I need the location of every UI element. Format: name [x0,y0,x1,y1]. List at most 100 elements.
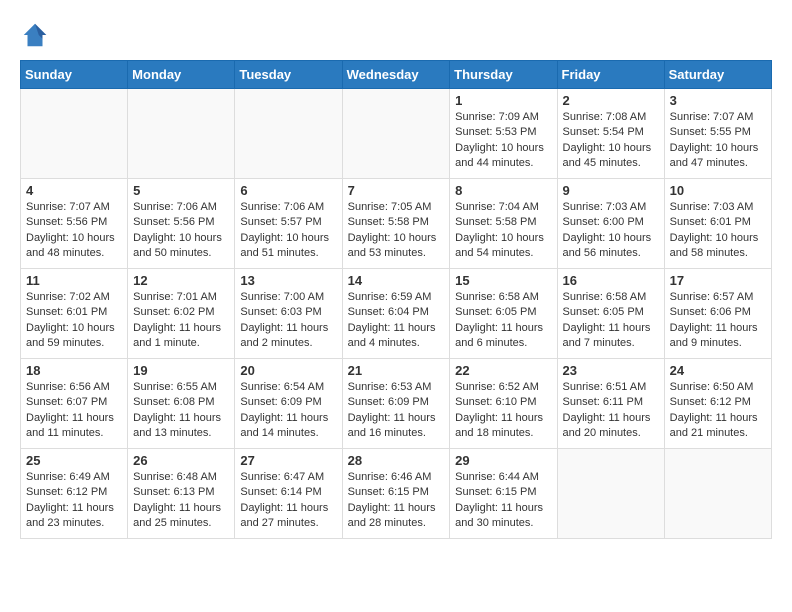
week-row-5: 25 Sunrise: 6:49 AM Sunset: 6:12 PM Dayli… [21,449,772,539]
day-number: 23 [563,363,659,378]
day-info: Sunrise: 7:00 AM Sunset: 6:03 PM Dayligh… [240,290,336,352]
day-info: Sunrise: 6:49 AM Sunset: 6:12 PM Dayligh… [26,470,122,532]
day-number: 15 [455,273,551,288]
day-info: Sunrise: 6:58 AM Sunset: 6:05 PM Dayligh… [563,290,659,352]
week-row-3: 11 Sunrise: 7:02 AM Sunset: 6:01 PM Dayli… [21,269,772,359]
day-info: Sunrise: 7:03 AM Sunset: 6:01 PM Dayligh… [670,200,766,262]
calendar-cell [128,89,235,179]
calendar-cell: 17 Sunrise: 6:57 AM Sunset: 6:06 PM Dayli… [664,269,771,359]
header-day-wednesday: Wednesday [342,61,450,89]
calendar-cell: 24 Sunrise: 6:50 AM Sunset: 6:12 PM Dayli… [664,359,771,449]
calendar-cell [235,89,342,179]
calendar-cell: 1 Sunrise: 7:09 AM Sunset: 5:53 PM Daylig… [450,89,557,179]
day-info: Sunrise: 6:46 AM Sunset: 6:15 PM Dayligh… [348,470,445,532]
day-number: 10 [670,183,766,198]
calendar-cell: 8 Sunrise: 7:04 AM Sunset: 5:58 PM Daylig… [450,179,557,269]
day-number: 9 [563,183,659,198]
day-info: Sunrise: 6:53 AM Sunset: 6:09 PM Dayligh… [348,380,445,442]
calendar-cell: 23 Sunrise: 6:51 AM Sunset: 6:11 PM Dayli… [557,359,664,449]
day-number: 28 [348,453,445,468]
day-number: 4 [26,183,122,198]
calendar-cell: 16Sunrise: 6:58 AM Sunset: 6:05 PM Dayli… [557,269,664,359]
day-info: Sunrise: 6:59 AM Sunset: 6:04 PM Dayligh… [348,290,445,352]
calendar-cell: 21 Sunrise: 6:53 AM Sunset: 6:09 PM Dayli… [342,359,450,449]
logo-icon [20,20,50,50]
header-day-monday: Monday [128,61,235,89]
day-number: 14 [348,273,445,288]
calendar-cell: 3 Sunrise: 7:07 AM Sunset: 5:55 PM Daylig… [664,89,771,179]
header-day-saturday: Saturday [664,61,771,89]
calendar-cell: 25 Sunrise: 6:49 AM Sunset: 6:12 PM Dayli… [21,449,128,539]
calendar-cell: 29 Sunrise: 6:44 AM Sunset: 6:15 PM Dayli… [450,449,557,539]
day-info: Sunrise: 6:58 AM Sunset: 6:05 PM Dayligh… [455,290,551,352]
calendar-cell: 19 Sunrise: 6:55 AM Sunset: 6:08 PM Dayli… [128,359,235,449]
calendar-table: SundayMondayTuesdayWednesdayThursdayFrid… [20,60,772,539]
week-row-1: 1 Sunrise: 7:09 AM Sunset: 5:53 PM Daylig… [21,89,772,179]
day-info: Sunrise: 6:47 AM Sunset: 6:14 PM Dayligh… [240,470,336,532]
day-info: Sunrise: 6:51 AM Sunset: 6:11 PM Dayligh… [563,380,659,442]
day-info: Sunrise: 7:06 AM Sunset: 5:56 PM Dayligh… [133,200,229,262]
calendar-cell: 4 Sunrise: 7:07 AM Sunset: 5:56 PM Daylig… [21,179,128,269]
day-number: 22 [455,363,551,378]
day-number: 29 [455,453,551,468]
day-number: 11 [26,273,122,288]
day-info: Sunrise: 7:02 AM Sunset: 6:01 PM Dayligh… [26,290,122,352]
week-row-2: 4 Sunrise: 7:07 AM Sunset: 5:56 PM Daylig… [21,179,772,269]
day-info: Sunrise: 7:01 AM Sunset: 6:02 PM Dayligh… [133,290,229,352]
day-number: 2 [563,93,659,108]
day-number: 13 [240,273,336,288]
calendar-cell: 13 Sunrise: 7:00 AM Sunset: 6:03 PM Dayli… [235,269,342,359]
day-number: 26 [133,453,229,468]
day-number: 19 [133,363,229,378]
day-number: 24 [670,363,766,378]
day-info: Sunrise: 6:57 AM Sunset: 6:06 PM Dayligh… [670,290,766,352]
calendar-cell: 11 Sunrise: 7:02 AM Sunset: 6:01 PM Dayli… [21,269,128,359]
day-info: Sunrise: 7:04 AM Sunset: 5:58 PM Dayligh… [455,200,551,262]
day-number: 5 [133,183,229,198]
calendar-cell: 22 Sunrise: 6:52 AM Sunset: 6:10 PM Dayli… [450,359,557,449]
day-info: Sunrise: 7:05 AM Sunset: 5:58 PM Dayligh… [348,200,445,262]
day-number: 20 [240,363,336,378]
day-info: Sunrise: 6:54 AM Sunset: 6:09 PM Dayligh… [240,380,336,442]
calendar-cell [557,449,664,539]
day-info: Sunrise: 7:07 AM Sunset: 5:55 PM Dayligh… [670,110,766,172]
day-info: Sunrise: 7:07 AM Sunset: 5:56 PM Dayligh… [26,200,122,262]
calendar-cell [21,89,128,179]
day-info: Sunrise: 7:06 AM Sunset: 5:57 PM Dayligh… [240,200,336,262]
calendar-cell: 14 Sunrise: 6:59 AM Sunset: 6:04 PM Dayli… [342,269,450,359]
calendar-cell [664,449,771,539]
logo [20,20,54,50]
calendar-cell [342,89,450,179]
day-info: Sunrise: 6:55 AM Sunset: 6:08 PM Dayligh… [133,380,229,442]
header-day-thursday: Thursday [450,61,557,89]
calendar-cell: 18Sunrise: 6:56 AM Sunset: 6:07 PM Dayli… [21,359,128,449]
day-info: Sunrise: 6:48 AM Sunset: 6:13 PM Dayligh… [133,470,229,532]
day-number: 17 [670,273,766,288]
calendar-cell: 7 Sunrise: 7:05 AM Sunset: 5:58 PM Daylig… [342,179,450,269]
day-info: Sunrise: 7:09 AM Sunset: 5:53 PM Dayligh… [455,110,551,172]
header-row: SundayMondayTuesdayWednesdayThursdayFrid… [21,61,772,89]
day-number: 27 [240,453,336,468]
day-number: 7 [348,183,445,198]
calendar-cell: 28 Sunrise: 6:46 AM Sunset: 6:15 PM Dayli… [342,449,450,539]
day-info: Sunrise: 6:50 AM Sunset: 6:12 PM Dayligh… [670,380,766,442]
day-number: 25 [26,453,122,468]
calendar-cell: 6Sunrise: 7:06 AM Sunset: 5:57 PM Daylig… [235,179,342,269]
day-info: Sunrise: 7:03 AM Sunset: 6:00 PM Dayligh… [563,200,659,262]
day-number: 21 [348,363,445,378]
day-number: 3 [670,93,766,108]
day-number: 1 [455,93,551,108]
day-number: 8 [455,183,551,198]
header-day-sunday: Sunday [21,61,128,89]
day-info: Sunrise: 6:44 AM Sunset: 6:15 PM Dayligh… [455,470,551,532]
calendar-cell: 2 Sunrise: 7:08 AM Sunset: 5:54 PM Daylig… [557,89,664,179]
calendar-cell: 12Sunrise: 7:01 AM Sunset: 6:02 PM Dayli… [128,269,235,359]
day-info: Sunrise: 6:52 AM Sunset: 6:10 PM Dayligh… [455,380,551,442]
header-day-friday: Friday [557,61,664,89]
day-number: 18 [26,363,122,378]
week-row-4: 18Sunrise: 6:56 AM Sunset: 6:07 PM Dayli… [21,359,772,449]
header-day-tuesday: Tuesday [235,61,342,89]
day-info: Sunrise: 7:08 AM Sunset: 5:54 PM Dayligh… [563,110,659,172]
calendar-cell: 5 Sunrise: 7:06 AM Sunset: 5:56 PM Daylig… [128,179,235,269]
page-header [20,20,772,50]
